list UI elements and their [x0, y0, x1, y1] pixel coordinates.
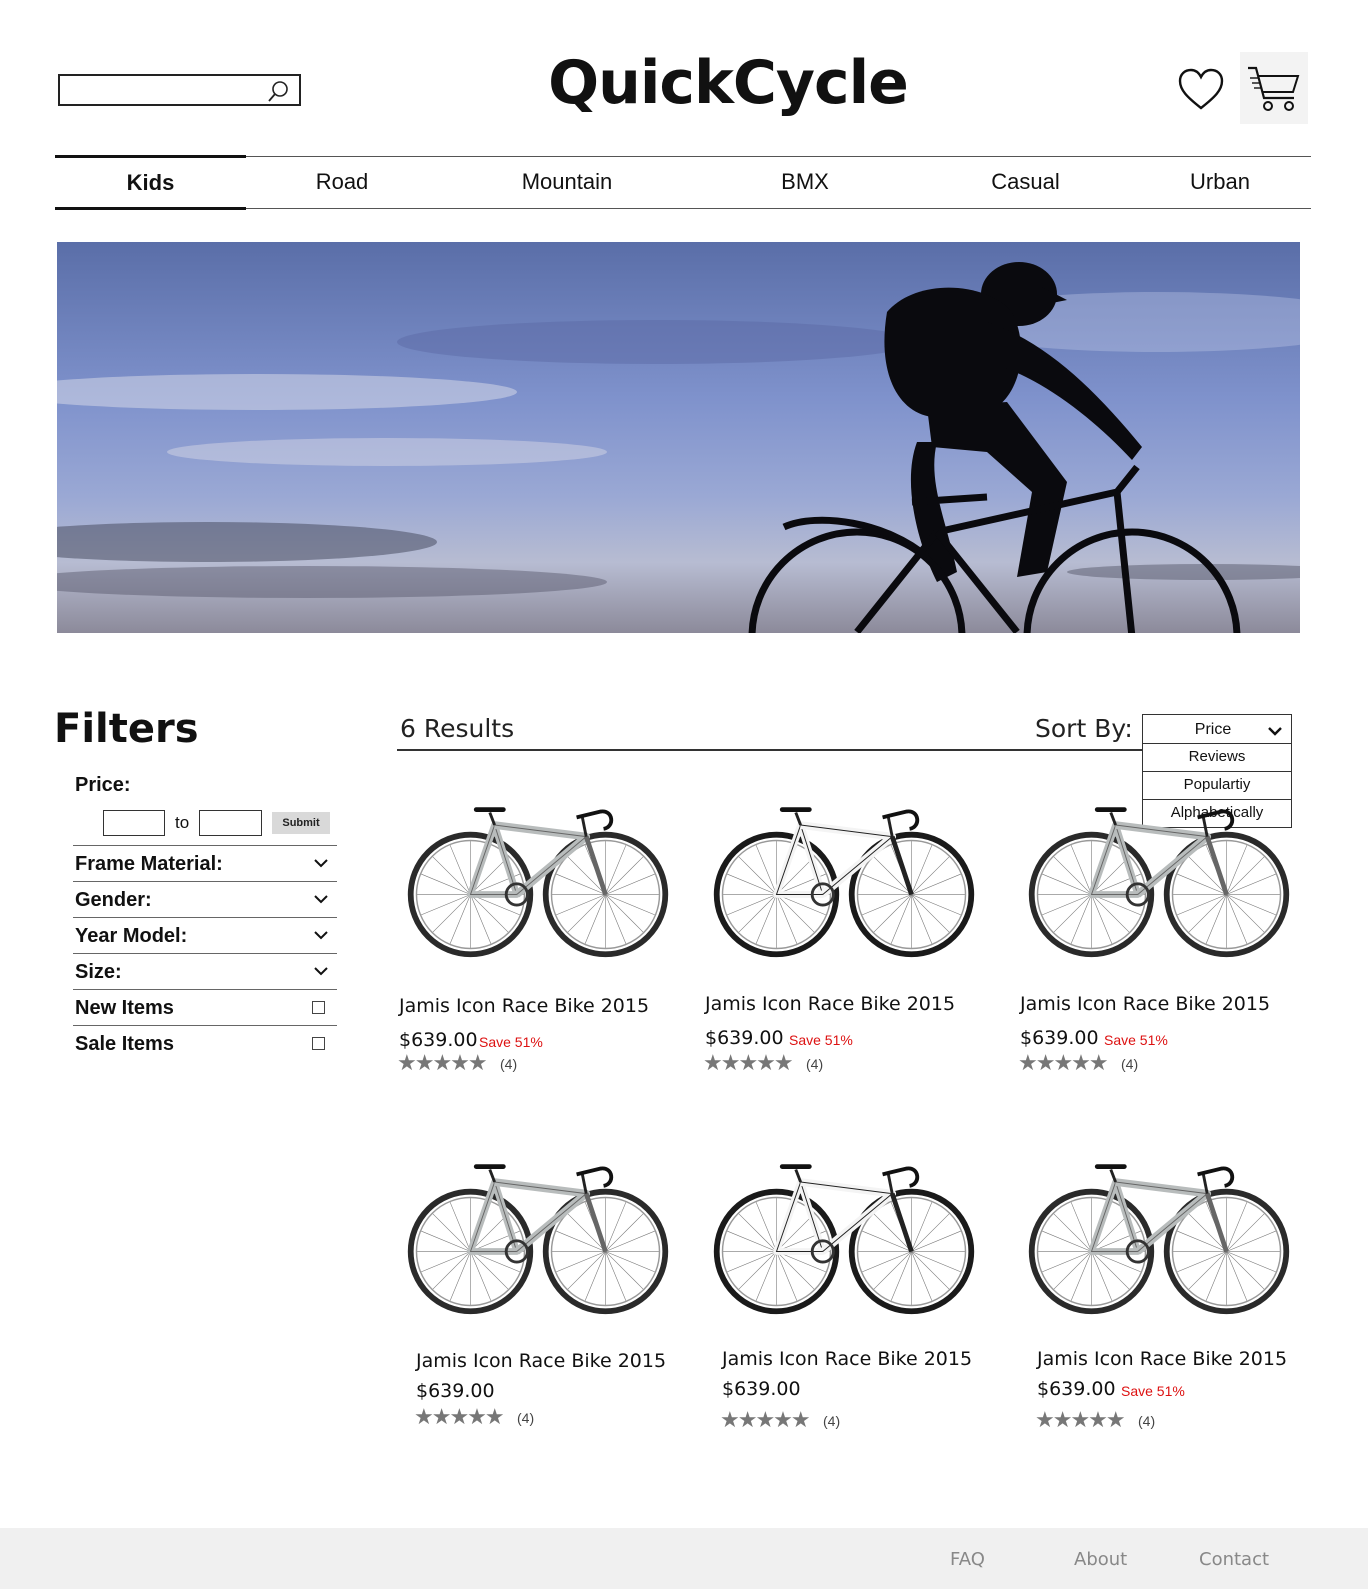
footer-link-faq[interactable]: FAQ: [950, 1549, 985, 1570]
filter-frame-material[interactable]: Frame Material:: [73, 845, 337, 881]
filter-label: New Items: [75, 997, 174, 1019]
product-card[interactable]: Jamis Icon Race Bike 2015 $639.00 ★★★★★ (4): [709, 1152, 989, 1452]
chevron-down-icon: [314, 931, 328, 940]
sort-option-reviews[interactable]: Reviews: [1142, 744, 1292, 772]
heart-icon[interactable]: [1177, 67, 1225, 111]
filter-new-items[interactable]: New Items: [73, 989, 337, 1025]
product-price: $639.00: [1020, 1027, 1099, 1049]
review-count[interactable]: (4): [823, 1413, 840, 1429]
star-rating: ★★★★★: [414, 1404, 505, 1429]
hero-banner: [57, 242, 1300, 633]
product-price: $639.00: [705, 1027, 784, 1049]
star-rating: ★★★★★: [397, 1050, 488, 1075]
chevron-down-icon: [314, 967, 328, 976]
review-count[interactable]: (4): [1121, 1056, 1138, 1072]
sort-selected-value: Price: [1194, 721, 1232, 738]
sale-badge: Save 51%: [1121, 1383, 1185, 1399]
filter-label: Frame Material:: [75, 853, 223, 875]
tab-casual[interactable]: Casual: [968, 157, 1083, 208]
new-items-checkbox[interactable]: [312, 1001, 325, 1014]
product-name[interactable]: Jamis Icon Race Bike 2015: [399, 995, 649, 1017]
price-filter-label: Price:: [75, 774, 131, 796]
review-count[interactable]: (4): [517, 1410, 534, 1426]
sort-select[interactable]: Price: [1142, 714, 1292, 744]
filter-label: Gender:: [75, 889, 152, 911]
product-card[interactable]: Jamis Icon Race Bike 2015 $639.00 Save 51%…: [1024, 1152, 1304, 1452]
filter-year-model[interactable]: Year Model:: [73, 917, 337, 953]
filter-label: Sale Items: [75, 1033, 174, 1055]
sale-badge: Save 51%: [479, 1034, 543, 1050]
product-price: $639.00: [416, 1380, 495, 1402]
star-rating: ★★★★★: [1035, 1407, 1126, 1432]
review-count[interactable]: (4): [806, 1056, 823, 1072]
product-name[interactable]: Jamis Icon Race Bike 2015: [416, 1350, 666, 1372]
tab-road[interactable]: Road: [287, 157, 397, 208]
footer-link-about[interactable]: About: [1074, 1549, 1127, 1570]
hero-cyclist-image: [57, 262, 1300, 633]
product-price: $639.00: [722, 1378, 801, 1400]
product-price: $639.00: [1037, 1378, 1116, 1400]
filter-gender[interactable]: Gender:: [73, 881, 337, 917]
results-count: 6 Results: [400, 714, 515, 743]
star-rating: ★★★★★: [720, 1407, 811, 1432]
tab-mountain[interactable]: Mountain: [502, 157, 632, 208]
footer: FAQ About Contact: [0, 1528, 1368, 1589]
product-card[interactable]: Jamis Icon Race Bike 2015 $639.00 Save 51%…: [1018, 795, 1304, 1095]
product-name[interactable]: Jamis Icon Race Bike 2015: [1037, 1348, 1287, 1370]
review-count[interactable]: (4): [500, 1056, 517, 1072]
tab-urban[interactable]: Urban: [1165, 157, 1275, 208]
cart-icon: [1248, 66, 1300, 111]
filter-sale-items[interactable]: Sale Items: [73, 1025, 337, 1061]
price-min-input[interactable]: [103, 810, 165, 836]
review-count[interactable]: (4): [1138, 1413, 1155, 1429]
chevron-down-icon: [314, 895, 328, 904]
filter-label: Year Model:: [75, 925, 188, 947]
price-max-input[interactable]: [199, 810, 262, 836]
filter-size[interactable]: Size:: [73, 953, 337, 989]
product-name[interactable]: Jamis Icon Race Bike 2015: [1020, 993, 1270, 1015]
filters-title: Filters: [54, 706, 199, 752]
chevron-down-icon: [1268, 727, 1282, 736]
tab-kids[interactable]: Kids: [55, 155, 246, 210]
category-nav: Kids Road Mountain BMX Casual Urban: [55, 155, 1311, 210]
sort-label: Sort By:: [1035, 714, 1133, 743]
sale-items-checkbox[interactable]: [312, 1037, 325, 1050]
brand-name: QuickCycle: [548, 48, 909, 118]
tab-bmx[interactable]: BMX: [755, 157, 855, 208]
product-name[interactable]: Jamis Icon Race Bike 2015: [722, 1348, 972, 1370]
filter-label: Size:: [75, 961, 122, 983]
product-card[interactable]: Jamis Icon Race Bike 2015 $639.00 ★★★★★ (4): [403, 1152, 683, 1452]
cart-button[interactable]: [1240, 52, 1308, 124]
product-name[interactable]: Jamis Icon Race Bike 2015: [705, 993, 955, 1015]
brand-logo[interactable]: QuickCycle: [0, 48, 1368, 118]
product-card[interactable]: Jamis Icon Race Bike 2015 $639.00 Save 51%…: [703, 795, 989, 1095]
star-rating: ★★★★★: [1018, 1050, 1109, 1075]
price-to-label: to: [175, 813, 190, 832]
footer-link-contact[interactable]: Contact: [1199, 1549, 1269, 1570]
sale-badge: Save 51%: [789, 1032, 853, 1048]
chevron-down-icon: [314, 859, 328, 868]
product-price: $639.00: [399, 1029, 478, 1051]
star-rating: ★★★★★: [703, 1050, 794, 1075]
product-card[interactable]: Jamis Icon Race Bike 2015 $639.00 Save 51%…: [397, 795, 683, 1095]
sale-badge: Save 51%: [1104, 1032, 1168, 1048]
price-submit-button[interactable]: Submit: [272, 812, 330, 834]
